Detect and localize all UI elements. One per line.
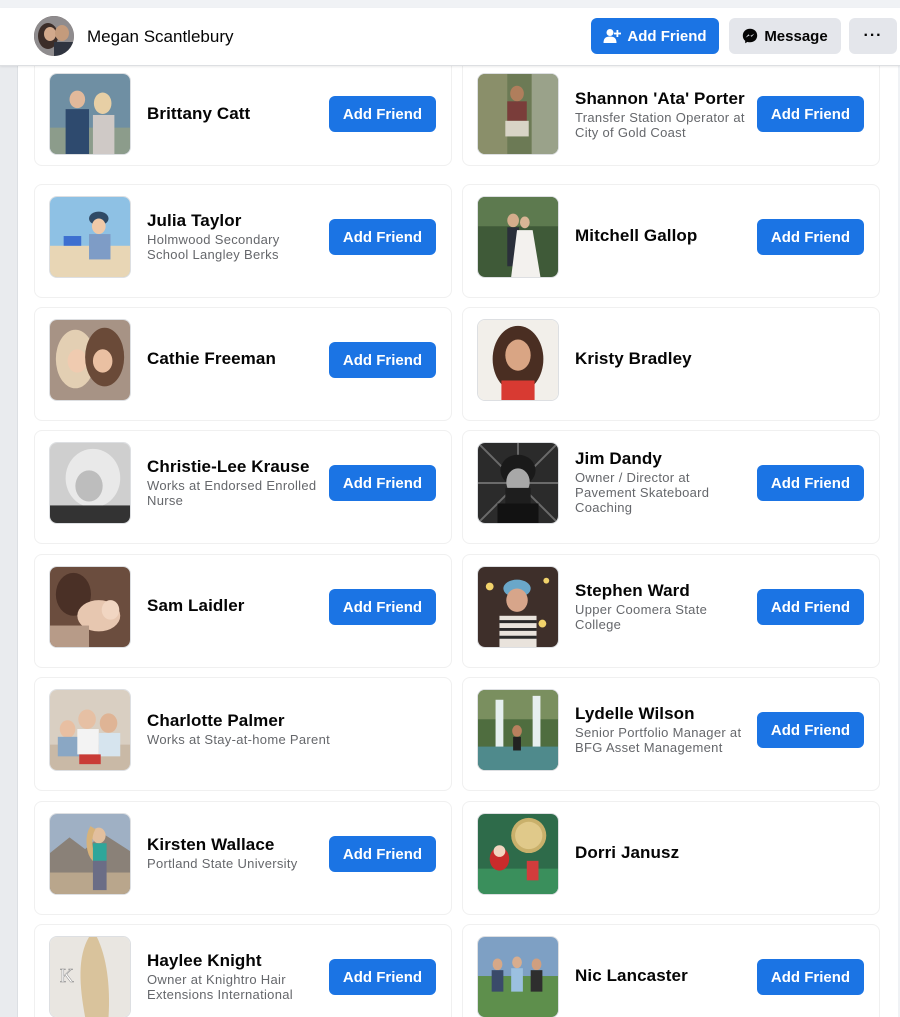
friend-card-haylee-knight: K Haylee Knight Owner at Knightro Hair E… xyxy=(34,924,452,1017)
friend-name[interactable]: Charlotte Palmer xyxy=(147,711,431,731)
add-friend-button[interactable]: Add Friend xyxy=(329,959,436,995)
friend-card-mitchell-gallop: Mitchell Gallop Add Friend xyxy=(462,184,880,298)
friend-subtitle: Transfer Station Operator at City of Gol… xyxy=(575,109,745,140)
friend-card-jim-dandy: Jim Dandy Owner / Director at Pavement S… xyxy=(462,430,880,544)
friend-name[interactable]: Kristy Bradley xyxy=(575,349,745,369)
friend-card-shannon-porter: Shannon 'Ata' Porter Transfer Station Op… xyxy=(462,66,880,166)
add-friend-button[interactable]: Add Friend xyxy=(757,465,864,501)
friend-subtitle: Holmwood Secondary School Langley Berks xyxy=(147,231,280,262)
friend-subtitle: Upper Coomera State College xyxy=(575,601,708,632)
friend-subtitle: Senior Portfolio Manager at BFG Asset Ma… xyxy=(575,724,742,755)
message-button[interactable]: Message xyxy=(729,18,841,54)
friend-subtitle: Works at Endorsed Enrolled Nurse xyxy=(147,477,317,508)
messenger-icon xyxy=(742,28,758,44)
left-gutter xyxy=(0,66,18,1017)
friend-photo[interactable] xyxy=(477,566,559,648)
friend-photo[interactable] xyxy=(49,566,131,648)
friends-list-panel: Brittany Catt Add Friend Shannon 'Ata' P… xyxy=(18,66,898,1017)
add-friend-button[interactable]: Add Friend xyxy=(757,589,864,625)
friend-card-kristy-bradley: Kristy Bradley xyxy=(462,307,880,421)
add-person-icon xyxy=(603,28,622,44)
friend-photo[interactable] xyxy=(49,73,131,155)
friend-name[interactable]: Nic Lancaster xyxy=(575,966,745,986)
friend-photo[interactable] xyxy=(477,936,559,1017)
friend-name[interactable]: Cathie Freeman xyxy=(147,349,317,369)
add-friend-button[interactable]: Add Friend xyxy=(329,589,436,625)
friend-photo[interactable] xyxy=(477,813,559,895)
message-label: Message xyxy=(764,27,828,45)
friend-name[interactable]: Christie-Lee Krause xyxy=(147,457,317,477)
add-friend-button[interactable]: Add Friend xyxy=(757,959,864,995)
friend-photo[interactable] xyxy=(477,196,559,278)
friend-photo[interactable] xyxy=(477,442,559,524)
friend-subtitle: Owner / Director at Pavement Skateboard … xyxy=(575,470,710,515)
add-friend-button[interactable]: Add Friend xyxy=(329,219,436,255)
add-friend-button[interactable]: Add Friend xyxy=(329,836,436,872)
friend-card-stephen-ward: Stephen Ward Upper Coomera State College… xyxy=(462,554,880,668)
friend-card-lydelle-wilson: Lydelle Wilson Senior Portfolio Manager … xyxy=(462,677,880,791)
friend-subtitle: Works at Stay-at-home Parent xyxy=(147,732,331,747)
header-add-friend-button[interactable]: Add Friend xyxy=(591,18,719,54)
add-friend-button[interactable]: Add Friend xyxy=(329,465,436,501)
friend-name[interactable]: Shannon 'Ata' Porter xyxy=(575,89,745,109)
profile-name[interactable]: Megan Scantlebury xyxy=(87,27,233,47)
friend-name[interactable]: Dorri Janusz xyxy=(575,843,745,863)
friend-card-dorri-janusz: Dorri Janusz xyxy=(462,801,880,915)
friend-name[interactable]: Brittany Catt xyxy=(147,104,317,124)
friend-name[interactable]: Julia Taylor xyxy=(147,211,317,231)
friend-name[interactable]: Stephen Ward xyxy=(575,581,745,601)
friend-card-christie-lee-krause: Christie-Lee Krause Works at Endorsed En… xyxy=(34,430,452,544)
friend-subtitle: Owner at Knightro Hair Extensions Intern… xyxy=(147,971,293,1002)
friend-photo[interactable]: K xyxy=(49,936,131,1017)
friend-photo[interactable] xyxy=(477,689,559,771)
friend-card-kirsten-wallace: Kirsten Wallace Portland State Universit… xyxy=(34,801,452,915)
friend-name[interactable]: Mitchell Gallop xyxy=(575,226,745,246)
add-friend-button[interactable]: Add Friend xyxy=(757,219,864,255)
friend-subtitle: Portland State University xyxy=(147,856,298,871)
friend-photo[interactable] xyxy=(477,319,559,401)
friend-photo[interactable] xyxy=(49,442,131,524)
friend-photo[interactable] xyxy=(49,319,131,401)
friend-photo[interactable] xyxy=(477,73,559,155)
friend-photo[interactable] xyxy=(49,813,131,895)
profile-avatar[interactable] xyxy=(34,16,74,56)
friend-name[interactable]: Jim Dandy xyxy=(575,449,745,469)
friend-card-cathie-freeman: Cathie Freeman Add Friend xyxy=(34,307,452,421)
add-friend-button[interactable]: Add Friend xyxy=(329,342,436,378)
friend-card-sam-laidler: Sam Laidler Add Friend xyxy=(34,554,452,668)
friend-name[interactable]: Sam Laidler xyxy=(147,596,317,616)
add-friend-button[interactable]: Add Friend xyxy=(329,96,436,132)
add-friend-button[interactable]: Add Friend xyxy=(757,96,864,132)
friend-name[interactable]: Kirsten Wallace xyxy=(147,835,317,855)
more-options-button[interactable]: ··· xyxy=(849,18,897,54)
friend-photo[interactable] xyxy=(49,196,131,278)
friend-name[interactable]: Lydelle Wilson xyxy=(575,704,745,724)
svg-text:K: K xyxy=(60,966,74,987)
more-dots-icon: ··· xyxy=(863,27,883,44)
profile-header: Megan Scantlebury Add Friend Message ··· xyxy=(0,8,900,66)
friend-card-charlotte-palmer: Charlotte Palmer Works at Stay-at-home P… xyxy=(34,677,452,791)
add-friend-button[interactable]: Add Friend xyxy=(757,712,864,748)
friend-card-julia-taylor: Julia Taylor Holmwood Secondary School L… xyxy=(34,184,452,298)
friend-card-brittany-catt: Brittany Catt Add Friend xyxy=(34,66,452,166)
friend-name[interactable]: Haylee Knight xyxy=(147,951,317,971)
browser-top-strip xyxy=(0,0,900,8)
header-add-friend-label: Add Friend xyxy=(627,27,707,45)
friend-photo[interactable] xyxy=(49,689,131,771)
friend-card-nic-lancaster: Nic Lancaster Add Friend xyxy=(462,924,880,1017)
